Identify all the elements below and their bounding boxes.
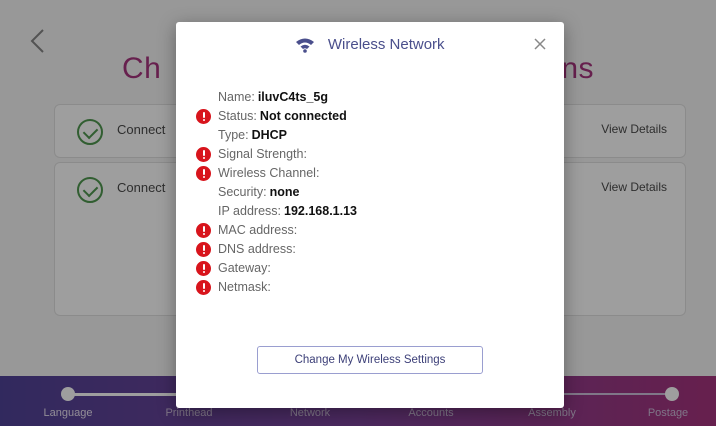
info-row: IP address: 192.168.1.13 (196, 202, 556, 221)
info-row: Security: none (196, 183, 556, 202)
info-label: Wireless Channel: (218, 166, 320, 180)
alert-icon (196, 280, 211, 295)
info-value: iluvC4ts_5g (257, 90, 328, 104)
alert-icon (196, 261, 211, 276)
info-value: 192.168.1.13 (284, 204, 358, 218)
alert-icon (196, 223, 211, 238)
info-row: Type: DHCP (196, 126, 556, 145)
wireless-network-dialog: Wireless Network Name: iluvC4ts_5g Status:… (176, 22, 564, 408)
info-row: Wireless Channel: (196, 164, 556, 183)
info-label: Status: (218, 109, 257, 123)
info-value: none (269, 185, 300, 199)
wifi-icon (296, 38, 315, 53)
info-row: Signal Strength: (196, 145, 556, 164)
alert-icon (196, 147, 211, 162)
info-label: Type: (218, 128, 249, 142)
network-info-list: Name: iluvC4ts_5g Status: Not connected Type… (196, 88, 556, 297)
info-row: Status: Not connected (196, 107, 556, 126)
close-icon[interactable] (530, 34, 550, 54)
info-row: Gateway: (196, 259, 556, 278)
info-label: Gateway: (218, 261, 271, 275)
change-wireless-settings-button[interactable]: Change My Wireless Settings (257, 346, 483, 374)
info-label: Netmask: (218, 280, 271, 294)
dialog-title: Wireless Network (327, 36, 445, 54)
info-label: Name: (218, 90, 255, 104)
info-value: DHCP (251, 128, 287, 142)
info-row: Name: iluvC4ts_5g (196, 88, 556, 107)
info-label: IP address: (218, 204, 282, 218)
alert-icon (196, 242, 211, 257)
info-row: MAC address: (196, 221, 556, 240)
alert-icon (196, 166, 211, 181)
alert-icon (196, 109, 211, 124)
info-row: Netmask: (196, 278, 556, 297)
info-label: Signal Strength: (218, 147, 307, 161)
info-value: Not connected (259, 109, 347, 123)
info-row: DNS address: (196, 240, 556, 259)
dialog-header: Wireless Network (176, 22, 564, 68)
info-label: MAC address: (218, 223, 298, 237)
info-label: DNS address: (218, 242, 296, 256)
info-label: Security: (218, 185, 267, 199)
